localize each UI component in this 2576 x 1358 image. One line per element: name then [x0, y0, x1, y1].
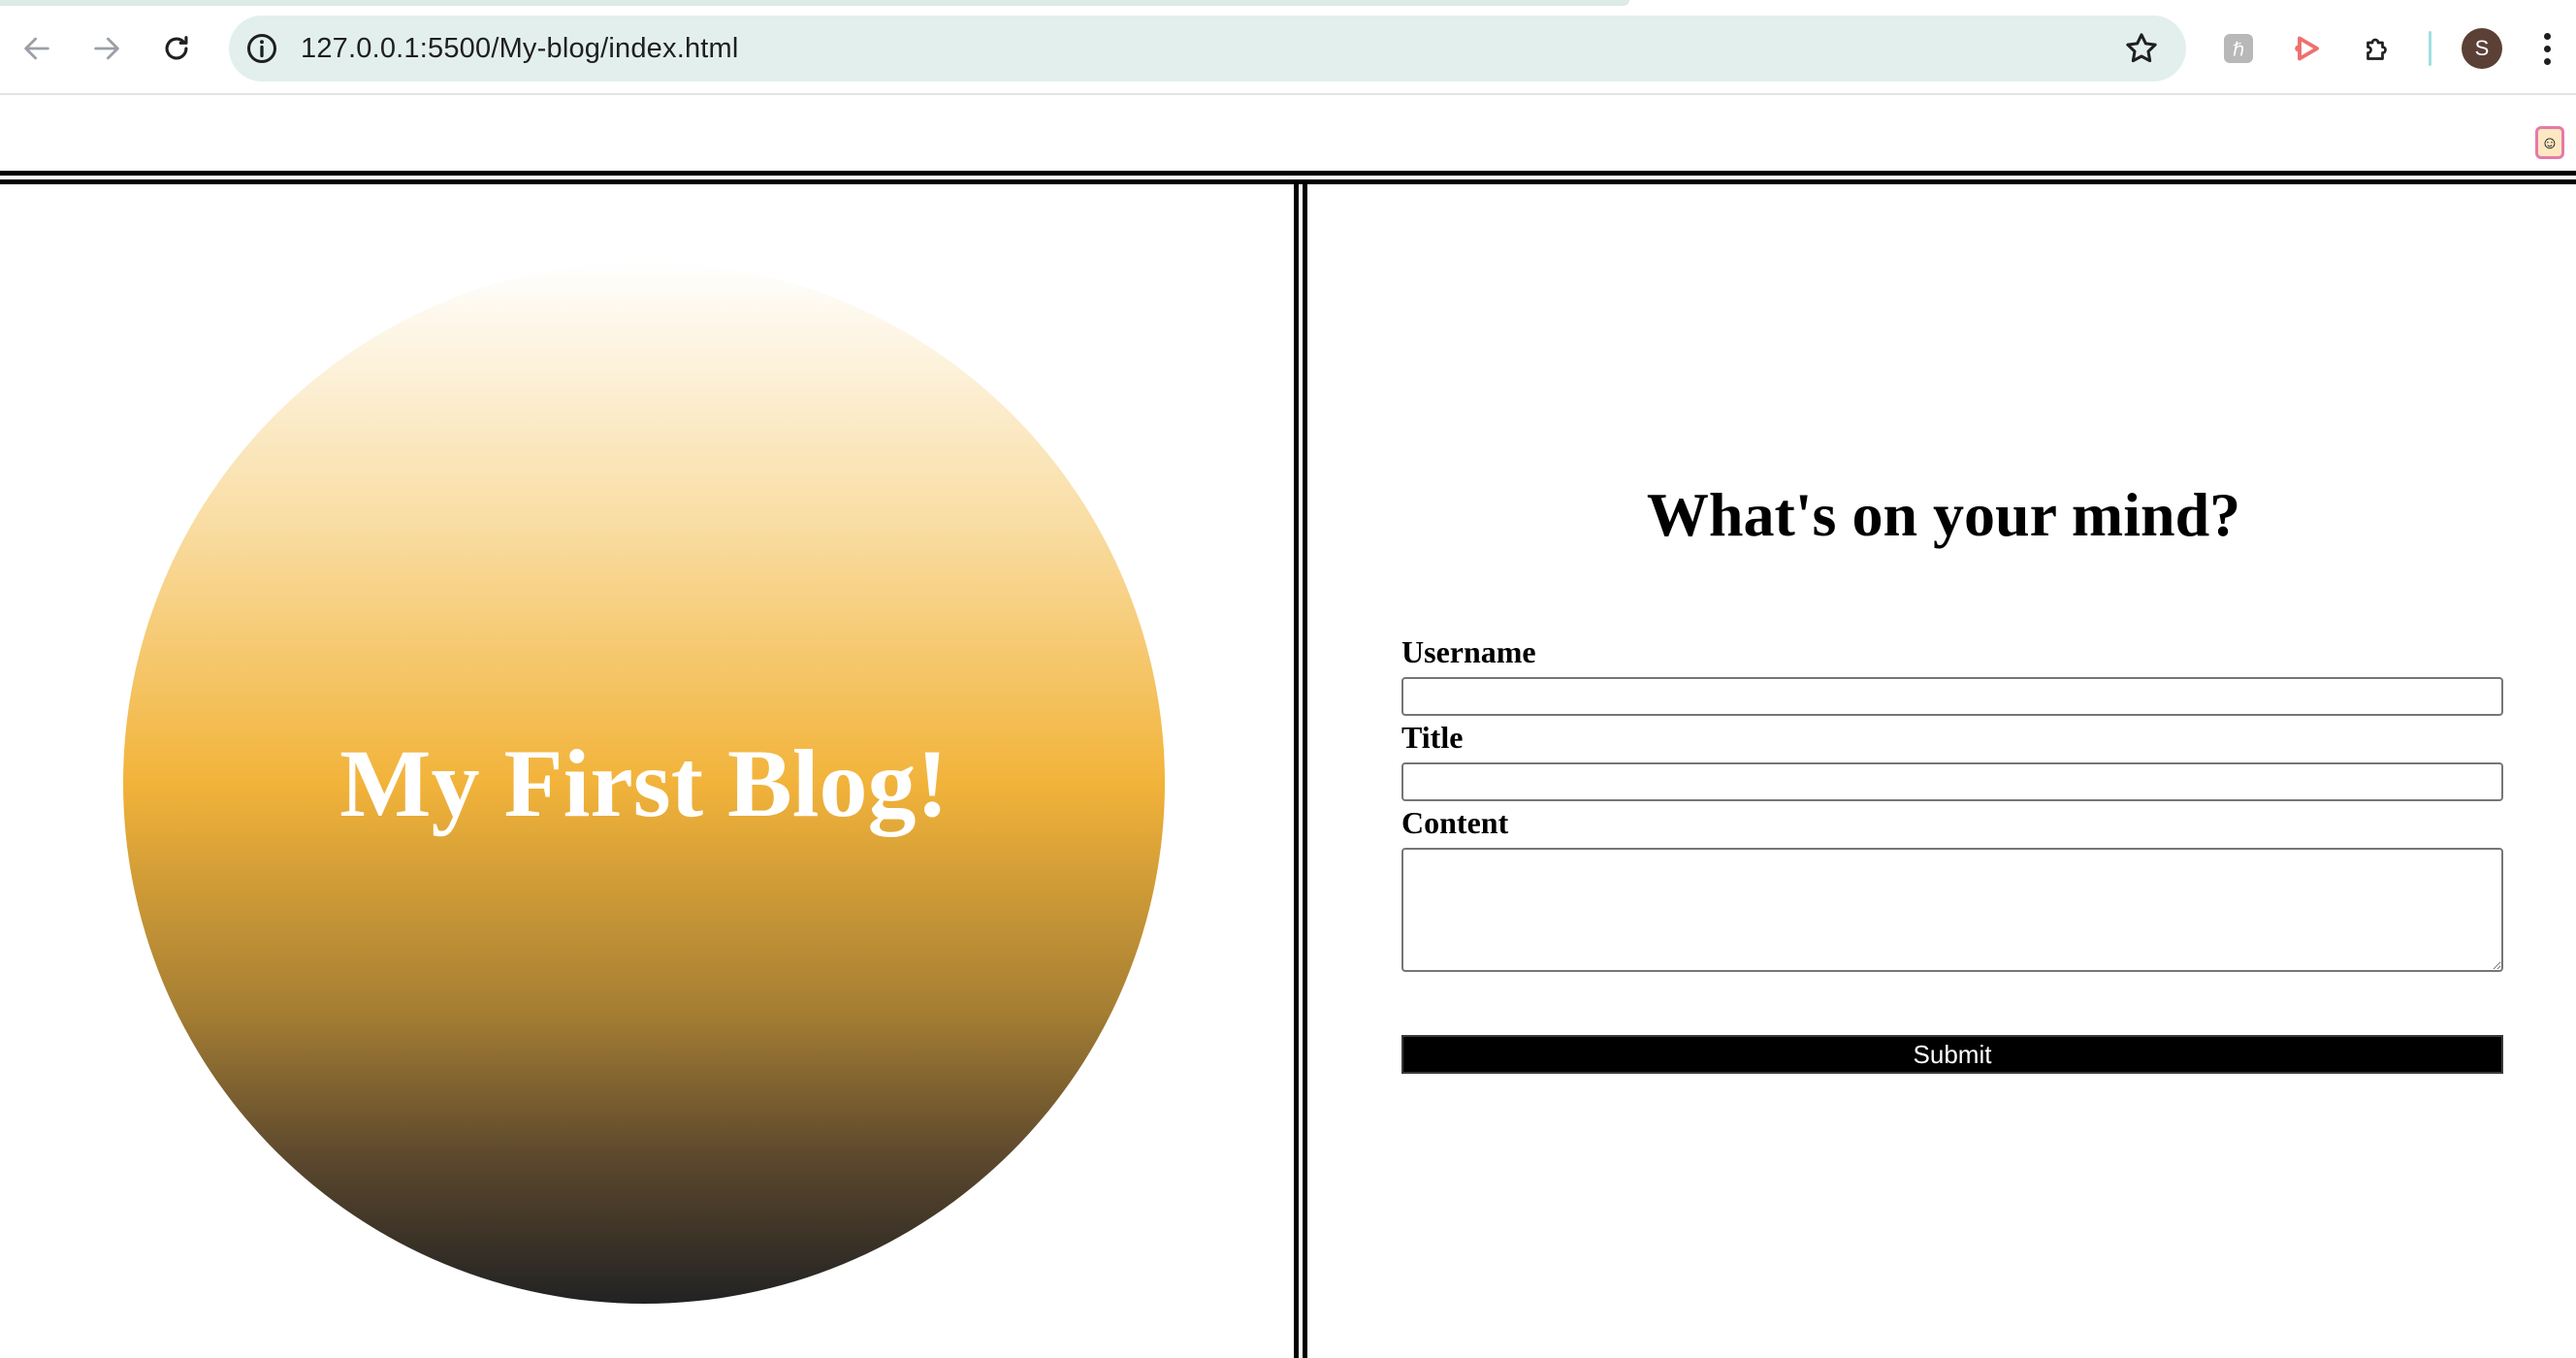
back-button[interactable]: [12, 23, 62, 74]
browser-toolbar: 127.0.0.1:5500/My-blog/index.html ℏ S: [0, 0, 2576, 95]
address-bar[interactable]: 127.0.0.1:5500/My-blog/index.html: [229, 16, 2186, 81]
emoji-face-extension-icon[interactable]: ☺: [2535, 126, 2564, 159]
url-text[interactable]: 127.0.0.1:5500/My-blog/index.html: [301, 16, 739, 81]
form-heading: What's on your mind?: [1646, 480, 2241, 549]
page-top-rule: [0, 171, 2576, 176]
page-top-rule-inner: [0, 179, 2576, 184]
toolbar-divider: [2429, 31, 2431, 66]
content-label: Content: [1401, 805, 1509, 840]
content-textarea[interactable]: [1401, 848, 2503, 972]
vertical-dots-menu-icon[interactable]: [2535, 27, 2559, 70]
svg-text:ℏ: ℏ: [2233, 40, 2244, 61]
submit-button[interactable]: Submit: [1401, 1035, 2503, 1074]
arrow-left-icon: [24, 37, 49, 60]
play-extension-icon[interactable]: [2287, 27, 2330, 70]
profile-avatar[interactable]: S: [2462, 28, 2502, 69]
post-form-pane: What's on your mind? Username Title Cont…: [1305, 188, 2576, 1358]
title-input[interactable]: [1401, 762, 2503, 801]
reload-button[interactable]: [151, 23, 202, 74]
bookmark-star-icon[interactable]: [2122, 29, 2161, 68]
username-label: Username: [1401, 634, 1536, 669]
arrow-right-icon: [94, 37, 119, 60]
hero-gradient-circle: My First Blog!: [123, 262, 1165, 1304]
info-circle-icon[interactable]: [244, 31, 279, 66]
puzzle-piece-icon[interactable]: [2357, 27, 2399, 70]
bookmark-extension-icon[interactable]: ℏ: [2217, 27, 2260, 70]
title-label: Title: [1401, 720, 1464, 755]
tab-strip: [0, 0, 1629, 6]
blog-title: My First Blog!: [339, 728, 949, 837]
reload-icon: [165, 36, 188, 60]
username-input[interactable]: [1401, 677, 2503, 716]
forward-button[interactable]: [81, 23, 132, 74]
